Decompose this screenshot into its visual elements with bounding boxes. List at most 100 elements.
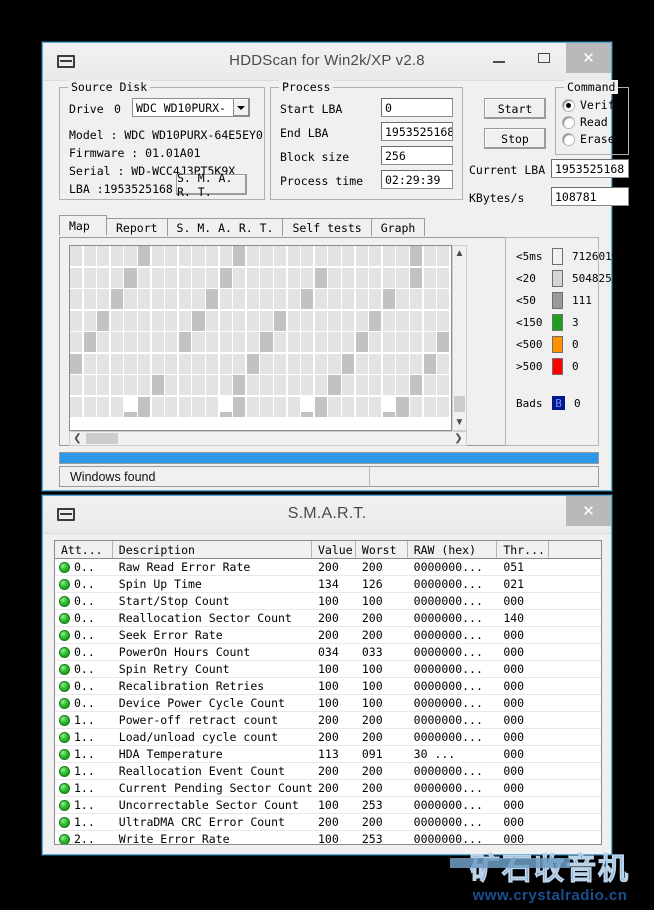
map-cell bbox=[192, 310, 205, 331]
smart-column-header[interactable]: Thr... bbox=[497, 541, 550, 558]
smart-cell-threshold: 000 bbox=[503, 815, 525, 829]
smart-column-header[interactable]: Worst bbox=[356, 541, 408, 558]
map-cell bbox=[328, 353, 341, 374]
table-row[interactable]: 0.. Start/Stop Count 100 100 0000000... 000 bbox=[55, 593, 601, 610]
map-cell bbox=[342, 375, 355, 396]
status-ok-icon bbox=[59, 799, 70, 811]
map-cell bbox=[233, 267, 246, 288]
scroll-up-icon[interactable]: ▲ bbox=[453, 246, 466, 261]
maximize-button[interactable] bbox=[521, 43, 566, 73]
smart-button[interactable]: S. M. A. R. T. bbox=[176, 171, 247, 199]
map-cell bbox=[83, 332, 96, 353]
chevron-down-icon[interactable] bbox=[232, 99, 249, 116]
smart-cell-description: Reallocation Event Count bbox=[118, 764, 285, 778]
map-cell bbox=[219, 411, 232, 417]
map-cell bbox=[328, 246, 341, 267]
map-cell bbox=[70, 267, 83, 288]
table-row[interactable]: 0.. Raw Read Error Rate 200 200 0000000... 05… bbox=[55, 559, 601, 576]
tab-graph[interactable]: Graph bbox=[370, 218, 426, 236]
command-option-verify[interactable]: Verify bbox=[563, 98, 622, 112]
command-option-erase[interactable]: Erase bbox=[563, 132, 615, 146]
map-cell bbox=[260, 375, 273, 396]
process-time-value: 02:29:39 bbox=[385, 172, 441, 187]
map-vertical-scrollbar[interactable]: ▲ ▼ bbox=[452, 245, 467, 431]
smart-attribute-id: 2.. bbox=[74, 832, 95, 845]
smart-column-header[interactable]: Value bbox=[312, 541, 356, 558]
smart-column-header[interactable] bbox=[549, 541, 601, 558]
table-row[interactable]: 1.. Current Pending Sector Count 200 200 000… bbox=[55, 780, 601, 797]
map-cell bbox=[274, 310, 287, 331]
smart-column-header[interactable]: Att... bbox=[55, 541, 113, 558]
status-ok-icon bbox=[59, 833, 70, 844]
end-lba-input[interactable]: 1953525168 bbox=[381, 122, 453, 141]
table-row[interactable]: 1.. Load/unload cycle count 200 200 0000000.… bbox=[55, 729, 601, 746]
scroll-down-icon[interactable]: ▼ bbox=[453, 415, 466, 430]
smart-close-button[interactable]: ✕ bbox=[566, 496, 611, 526]
map-cell bbox=[246, 267, 259, 288]
status-right bbox=[370, 467, 598, 486]
table-row[interactable]: 0.. Recalibration Retries 100 100 0000000...… bbox=[55, 678, 601, 695]
start-lba-label: Start LBA bbox=[280, 102, 343, 116]
map-cell bbox=[287, 375, 300, 396]
map-cell bbox=[219, 375, 232, 396]
minimize-button[interactable] bbox=[476, 43, 521, 73]
table-row[interactable]: 0.. Device Power Cycle Count 100 100 0000000… bbox=[55, 695, 601, 712]
tab-report[interactable]: Report bbox=[106, 218, 168, 236]
vscroll-thumb[interactable] bbox=[454, 396, 465, 412]
map-cell bbox=[274, 289, 287, 310]
table-row[interactable]: 0.. PowerOn Hours Count 034 033 0000000... 00… bbox=[55, 644, 601, 661]
tab-smart[interactable]: S. M. A. R. T. bbox=[166, 218, 284, 236]
map-cell bbox=[437, 246, 450, 267]
map-cell bbox=[138, 310, 151, 331]
surface-map[interactable] bbox=[69, 245, 452, 431]
smart-cell-worst: 200 bbox=[361, 815, 383, 829]
legend-row-bads: Bads B 0 bbox=[516, 396, 581, 410]
block-size-input[interactable]: 256 bbox=[381, 146, 453, 165]
table-row[interactable]: 1.. Uncorrectable Sector Count 100 253 00000… bbox=[55, 797, 601, 814]
status-ok-icon bbox=[59, 595, 70, 607]
hscroll-thumb[interactable] bbox=[86, 433, 118, 444]
close-button[interactable]: ✕ bbox=[566, 43, 611, 73]
smart-attribute-id: 0.. bbox=[74, 679, 95, 693]
scroll-left-icon[interactable]: ❮ bbox=[70, 432, 85, 445]
start-lba-value: 0 bbox=[385, 100, 392, 115]
map-cell bbox=[423, 332, 436, 353]
smart-cell-blank bbox=[549, 746, 601, 762]
start-button[interactable]: Start bbox=[484, 98, 546, 119]
table-row[interactable]: 1.. UltraDMA CRC Error Count 200 200 0000000… bbox=[55, 814, 601, 831]
map-cell bbox=[287, 396, 300, 417]
smart-column-header[interactable]: Description bbox=[113, 541, 313, 558]
table-row[interactable]: 1.. Power-off retract count 200 200 0000000.… bbox=[55, 712, 601, 729]
table-row[interactable]: 0.. Spin Retry Count 100 100 0000000... 000 bbox=[55, 661, 601, 678]
command-option-read[interactable]: Read bbox=[563, 115, 608, 129]
stop-button[interactable]: Stop bbox=[484, 128, 546, 149]
smart-cell-attribute: 1.. bbox=[55, 712, 113, 728]
table-row[interactable]: 1.. HDA Temperature 113 091 30 ... 000 bbox=[55, 746, 601, 763]
smart-table-body: 0.. Raw Read Error Rate 200 200 0000000... 05… bbox=[55, 559, 601, 845]
map-horizontal-scrollbar[interactable]: ❮ ❯ bbox=[69, 431, 467, 446]
map-cell bbox=[70, 375, 83, 396]
map-cell bbox=[301, 353, 314, 374]
smart-cell-description: Power-off retract count bbox=[118, 713, 279, 727]
table-row[interactable]: 0.. Seek Error Rate 200 200 0000000... 000 bbox=[55, 627, 601, 644]
map-cell bbox=[206, 289, 219, 310]
map-cell bbox=[124, 310, 137, 331]
table-row[interactable]: 2.. Write Error Rate 100 253 0000000... 000 bbox=[55, 831, 601, 845]
map-cell bbox=[382, 375, 395, 396]
tab-self-tests[interactable]: Self tests bbox=[282, 218, 372, 236]
map-cell bbox=[396, 267, 409, 288]
tab-map[interactable]: Map bbox=[59, 215, 107, 236]
map-cell bbox=[314, 267, 327, 288]
smart-window-title: S.M.A.R.T. bbox=[287, 505, 367, 522]
table-row[interactable]: 0.. Reallocation Sector Count 200 200 000000… bbox=[55, 610, 601, 627]
current-lba-value: 1953525168 bbox=[555, 161, 625, 176]
map-cell bbox=[342, 267, 355, 288]
table-row[interactable]: 0.. Spin Up Time 134 126 0000000... 021 bbox=[55, 576, 601, 593]
start-lba-input[interactable]: 0 bbox=[381, 98, 453, 117]
smart-attributes-table[interactable]: Att... Description Value Worst RAW (hex) Thr.… bbox=[54, 540, 602, 845]
map-cell bbox=[151, 353, 164, 374]
drive-select[interactable]: WDC WD10PURX- bbox=[132, 98, 250, 117]
smart-column-header[interactable]: RAW (hex) bbox=[408, 541, 498, 558]
table-row[interactable]: 1.. Reallocation Event Count 200 200 0000000… bbox=[55, 763, 601, 780]
scroll-right-icon[interactable]: ❯ bbox=[451, 432, 466, 445]
